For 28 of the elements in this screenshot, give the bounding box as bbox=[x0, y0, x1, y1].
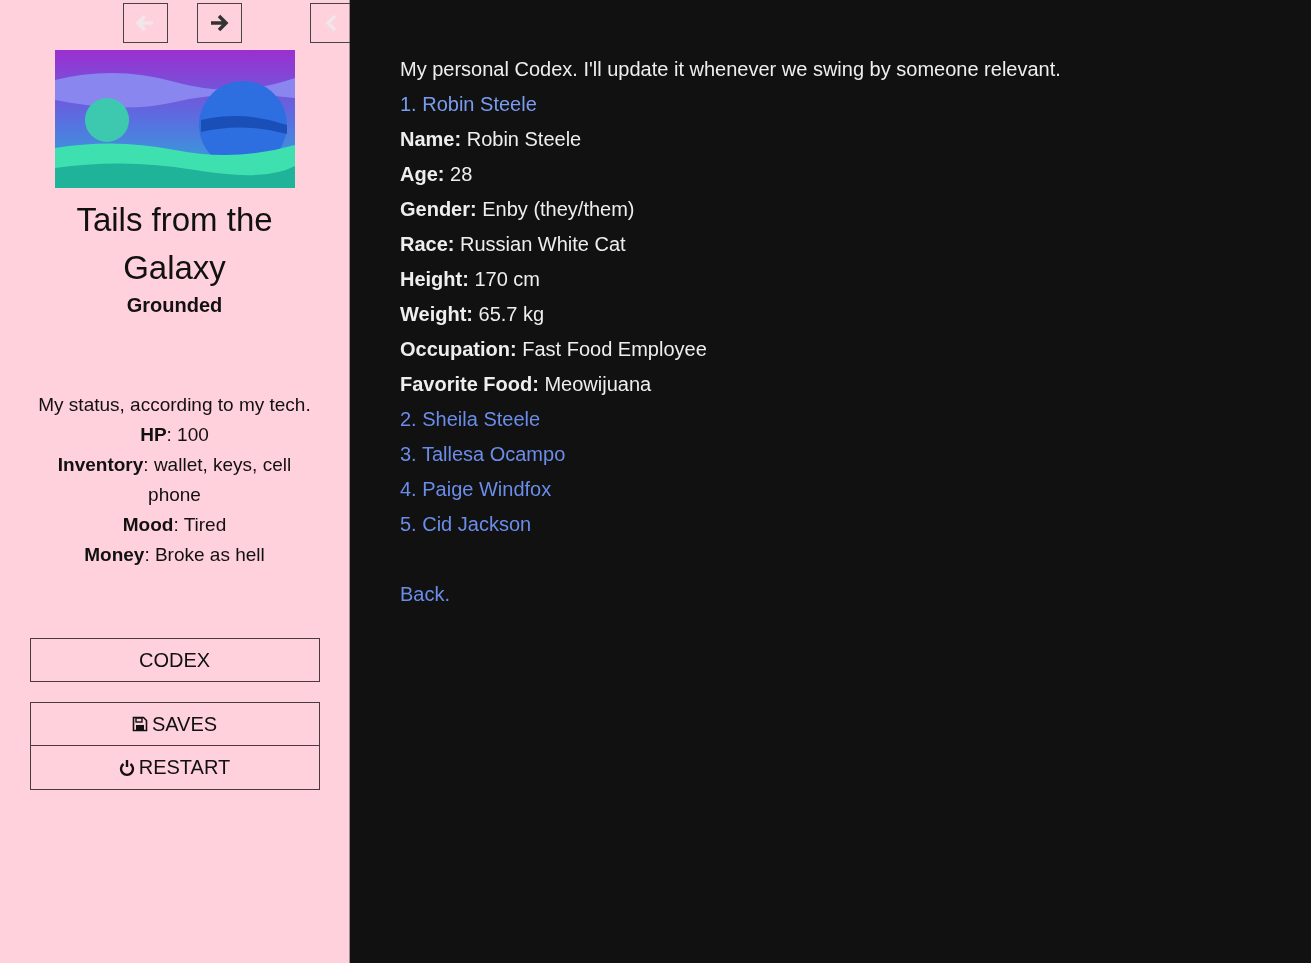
codex-field: Age: 28 bbox=[400, 157, 1261, 192]
status-line: Money: Broke as hell bbox=[83, 543, 266, 567]
passage-intro: My personal Codex. I'll update it whenever we swing by someone relevant. bbox=[400, 57, 1062, 82]
codex-field: Race: Russian White Cat bbox=[400, 227, 1261, 262]
codex-field: Favorite Food: Meowijuana bbox=[400, 367, 1261, 402]
codex-button[interactable]: CODEX bbox=[29, 638, 320, 682]
status-line: Inventory: wallet, keys, cell phone bbox=[56, 453, 293, 507]
codex-entry-link[interactable]: 1. Robin Steele bbox=[400, 93, 537, 115]
codex-field: Gender: Enby (they/them) bbox=[400, 192, 1261, 227]
status-line: Mood: Tired bbox=[121, 513, 228, 537]
codex-field: Weight: 65.7 kg bbox=[400, 297, 1261, 332]
back-link[interactable]: Back. bbox=[400, 583, 451, 605]
status-intro: My status, according to my tech. bbox=[37, 393, 312, 417]
story-subtitle: Grounded bbox=[126, 294, 223, 317]
codex-entry-link[interactable]: 5. Cid Jackson bbox=[400, 513, 532, 535]
codex-field: Name: Robin Steele bbox=[400, 122, 1261, 157]
story-title: Tails from the Galaxy bbox=[75, 200, 274, 288]
codex-entry-link[interactable]: 3. Tallesa Ocampo bbox=[400, 443, 566, 465]
status-line: HP: 100 bbox=[139, 423, 210, 447]
codex-entry-link[interactable]: 2. Sheila Steele bbox=[400, 408, 541, 430]
right-arrow-icon bbox=[209, 14, 229, 32]
restart-button[interactable]: RESTART bbox=[29, 746, 320, 790]
codex-entry-link[interactable]: 4. Paige Windfox bbox=[400, 478, 552, 500]
codex-field: Height: 170 cm bbox=[400, 262, 1261, 297]
codex-field: Occupation: Fast Food Employee bbox=[400, 332, 1261, 367]
power-icon bbox=[118, 758, 135, 777]
saves-button[interactable]: SAVES bbox=[29, 702, 320, 746]
history-forward-button[interactable] bbox=[196, 3, 242, 43]
